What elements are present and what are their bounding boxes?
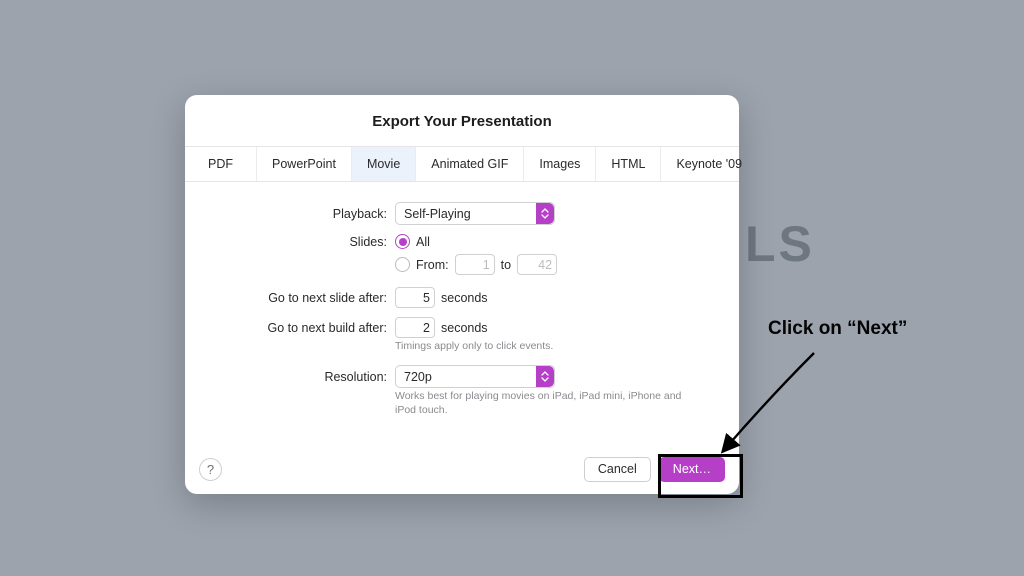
playback-select-value: Self-Playing — [404, 207, 471, 221]
annotation-text: Click on “Next” — [768, 318, 907, 340]
next-build-unit: seconds — [441, 321, 488, 335]
export-dialog: Export Your Presentation PDF PowerPoint … — [185, 95, 739, 494]
next-slide-label: Go to next slide after: — [207, 291, 395, 305]
next-slide-unit: seconds — [441, 291, 488, 305]
select-stepper-icon — [536, 366, 554, 387]
annotation-highlight-box — [658, 454, 743, 498]
resolution-hint: Works best for playing movies on iPad, i… — [395, 389, 695, 417]
slides-from-input[interactable]: 1 — [455, 254, 495, 275]
resolution-label: Resolution: — [207, 370, 395, 384]
slides-from-radio[interactable] — [395, 257, 410, 272]
tab-movie[interactable]: Movie — [352, 147, 416, 181]
slides-to-input[interactable]: 42 — [517, 254, 557, 275]
slides-all-label: All — [416, 235, 430, 249]
next-build-input[interactable]: 2 — [395, 317, 435, 338]
slides-label: Slides: — [207, 235, 395, 249]
tab-animated-gif[interactable]: Animated GIF — [416, 147, 524, 181]
background-watermark-text: LS — [745, 215, 815, 273]
tab-html[interactable]: HTML — [596, 147, 661, 181]
resolution-select-value: 720p — [404, 370, 432, 384]
next-build-label: Go to next build after: — [207, 321, 395, 335]
timings-hint: Timings apply only to click events. — [395, 339, 695, 353]
slides-all-radio[interactable] — [395, 234, 410, 249]
export-format-tabs: PDF PowerPoint Movie Animated GIF Images… — [185, 146, 739, 182]
playback-label: Playback: — [207, 207, 395, 221]
next-slide-input[interactable]: 5 — [395, 287, 435, 308]
tab-powerpoint[interactable]: PowerPoint — [257, 147, 352, 181]
select-stepper-icon — [536, 203, 554, 224]
playback-select[interactable]: Self-Playing — [395, 202, 555, 225]
help-button[interactable]: ? — [199, 458, 222, 481]
resolution-select[interactable]: 720p — [395, 365, 555, 388]
slides-to-label: to — [501, 258, 511, 272]
tab-images[interactable]: Images — [524, 147, 596, 181]
cancel-button[interactable]: Cancel — [584, 457, 651, 482]
dialog-title: Export Your Presentation — [185, 113, 739, 130]
slides-from-label: From: — [416, 258, 449, 272]
tab-keynote-09[interactable]: Keynote '09 — [661, 147, 757, 181]
tab-pdf[interactable]: PDF — [185, 147, 257, 181]
